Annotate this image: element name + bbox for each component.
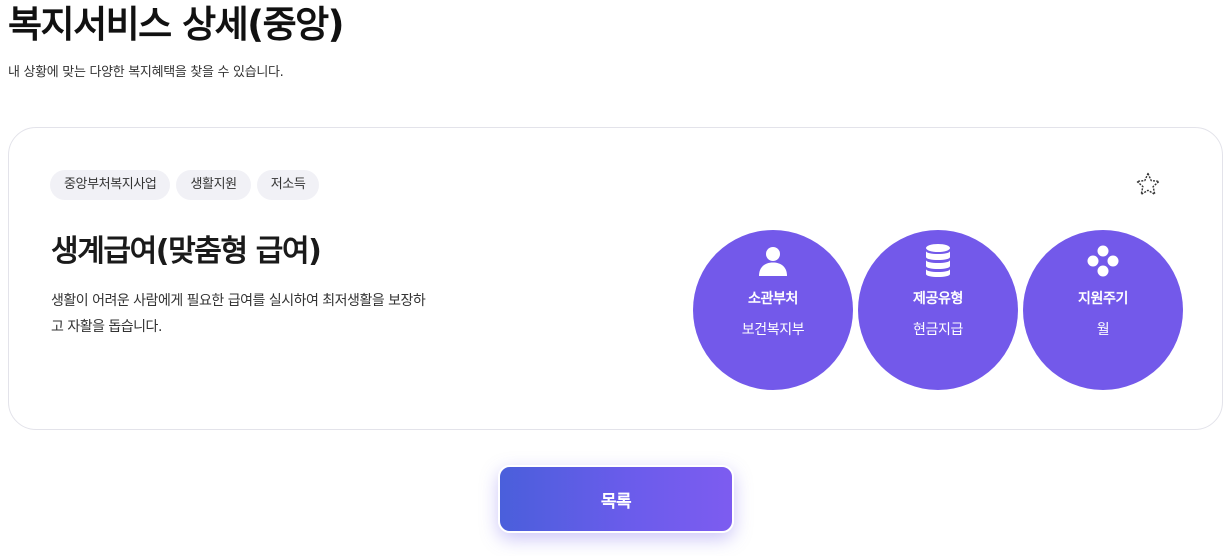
page-subtitle: 내 상황에 맞는 다양한 복지혜택을 찾을 수 있습니다. [8,65,284,80]
tag-category[interactable]: 중앙부처복지사업 [50,170,171,200]
info-provision-type: 제공유형 현금지급 [858,230,1018,390]
info-ministry-value: 보건복지부 [741,322,805,338]
list-button[interactable]: 목록 [498,465,734,533]
tag-list: 중앙부처복지사업 생활지원 저소득 [50,170,320,200]
person-icon [756,244,790,278]
info-ministry: 소관부처 보건복지부 [693,230,853,390]
tag-theme[interactable]: 생활지원 [176,170,251,200]
four-dots-icon [1086,244,1120,278]
info-provision-type-value: 현금지급 [913,322,963,338]
star-outline-icon[interactable] [1133,170,1163,200]
page: 복지서비스 상세(중앙) 내 상황에 맞는 다양한 복지혜택을 찾을 수 있습니… [0,0,1232,556]
info-support-cycle: 지원주기 월 [1023,230,1183,390]
tag-target[interactable]: 저소득 [256,170,320,200]
info-support-cycle-value: 월 [1096,322,1110,338]
database-icon [921,244,955,278]
service-card: 중앙부처복지사업 생활지원 저소득 생계급여(맞춤형 급여) 생활이 어려운 사… [8,127,1223,430]
info-ministry-label: 소관부처 [748,291,798,307]
info-provision-type-label: 제공유형 [913,291,963,307]
service-title: 생계급여(맞춤형 급여) [51,234,322,269]
info-support-cycle-label: 지원주기 [1078,291,1128,307]
page-title: 복지서비스 상세(중앙) [8,3,345,46]
service-description: 생활이 어려운 사람에게 필요한 급여를 실시하여 최저생활을 보장하고 자활을… [51,293,426,335]
